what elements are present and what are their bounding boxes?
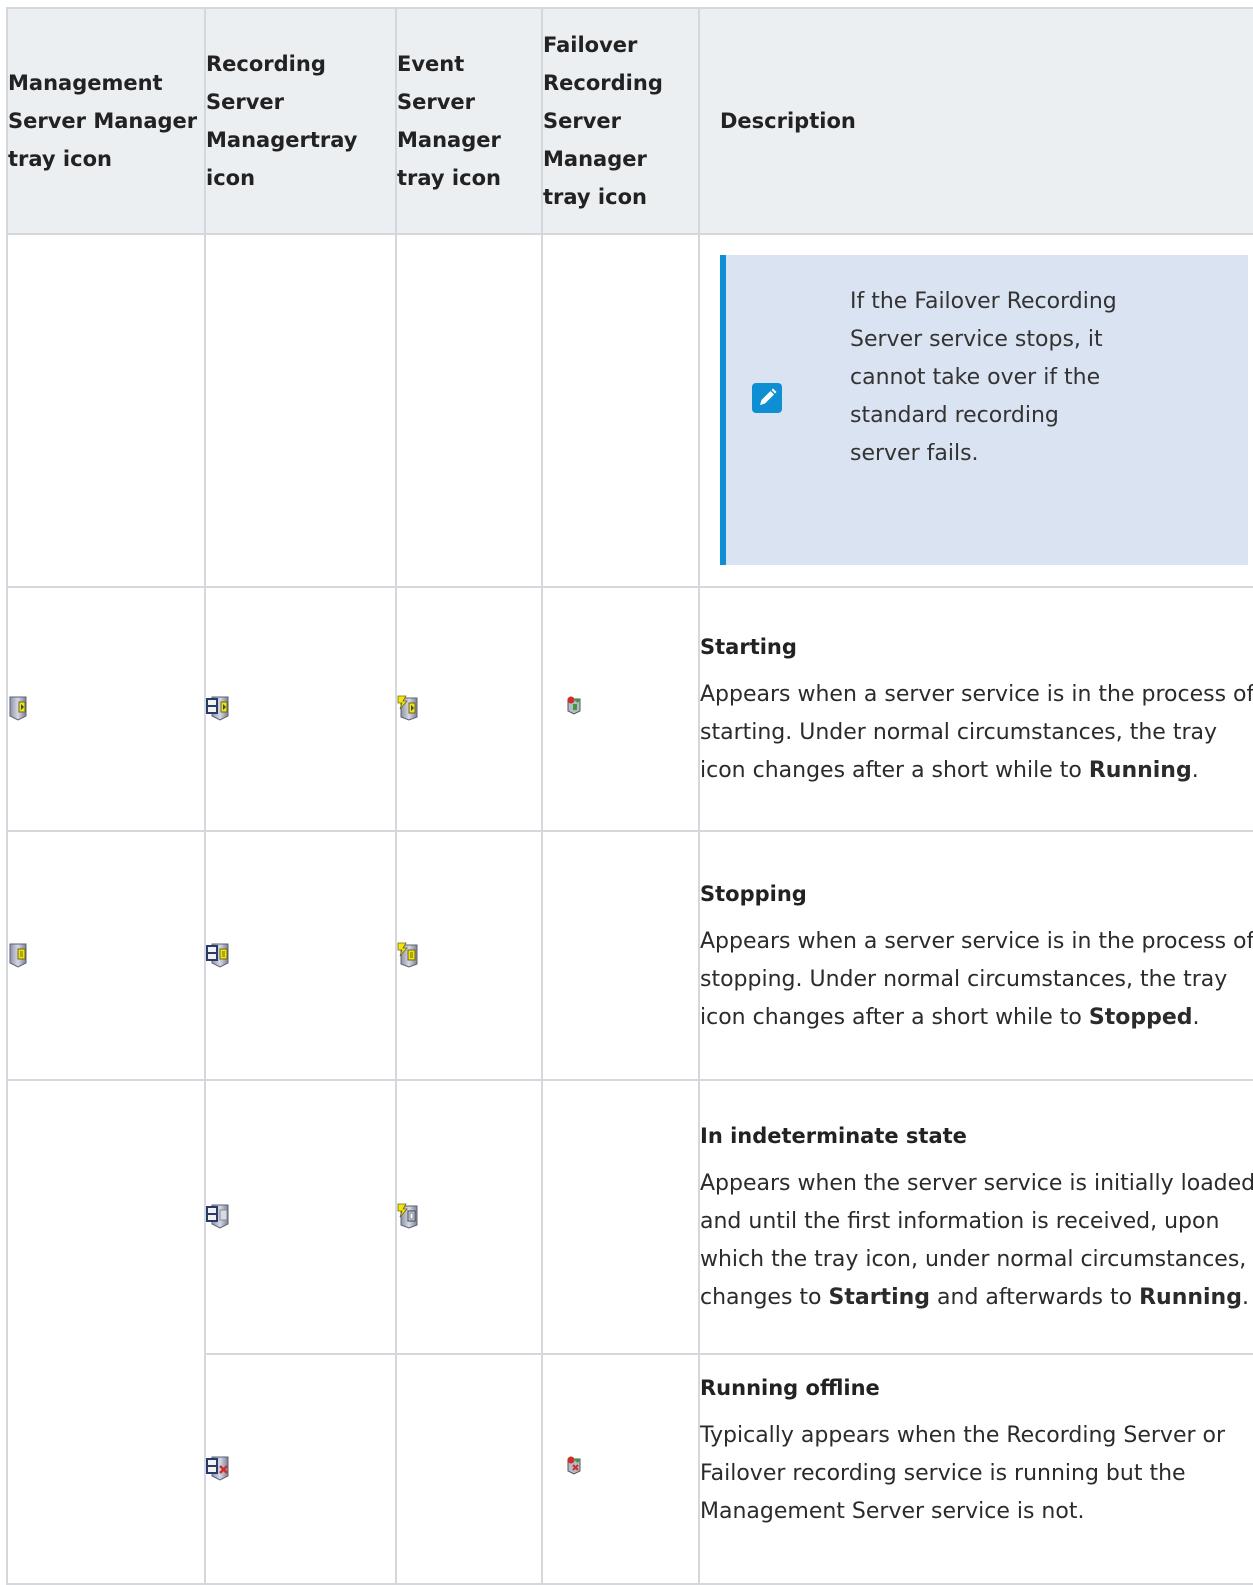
header-event: Event Server Manager tray icon: [395, 7, 543, 235]
management-icon-cell: [6, 586, 206, 832]
table-row: Starting Appears when a server service i…: [6, 586, 1253, 832]
recording-icon-cell: [204, 830, 397, 1081]
empty-cell: [395, 1353, 543, 1585]
description-cell: Starting Appears when a server service i…: [698, 586, 1253, 832]
status-description: Typically appears when the Recording Ser…: [700, 1423, 1226, 1524]
failover-icon-cell: [541, 1353, 700, 1585]
recording-icon-cell: [204, 1353, 397, 1585]
recording-icon-cell: [204, 586, 397, 832]
note-row: If the Failover Recording Server service…: [6, 233, 1253, 588]
failover-offline-icon: [565, 1455, 591, 1483]
description-cell: Stopping Appears when a server service i…: [698, 830, 1253, 1081]
status-title: Starting: [700, 635, 797, 659]
pencil-note-icon: [752, 383, 782, 413]
recording-starting-icon: [206, 695, 232, 723]
event-icon-cell: [395, 1079, 543, 1355]
header-description: Description: [698, 7, 1253, 235]
management-starting-icon: [8, 695, 34, 723]
description-cell: In indeterminate state Appears when the …: [698, 1079, 1253, 1355]
empty-cell: [6, 1079, 206, 1585]
header-management: Management Server Manager tray icon: [6, 7, 206, 235]
empty-cell: [6, 233, 206, 588]
note-text: If the Failover Recording Server service…: [850, 289, 1117, 466]
status-description: Appears when a server service is in the …: [700, 682, 1253, 783]
table-row: Stopping Appears when a server service i…: [6, 830, 1253, 1081]
status-title: Stopping: [700, 881, 807, 906]
recording-stopping-icon: [206, 942, 232, 970]
recording-indeterminate-icon: [206, 1203, 232, 1231]
recording-offline-icon: [206, 1455, 232, 1483]
management-icon-cell: [6, 830, 206, 1081]
failover-icon-cell: [541, 586, 700, 832]
status-title: In indeterminate state: [700, 1124, 967, 1148]
failover-starting-icon: [565, 695, 591, 723]
empty-cell: [541, 830, 700, 1081]
recording-icon-cell: [204, 1079, 397, 1355]
status-title: Running offline: [700, 1376, 880, 1400]
table-row: In indeterminate state Appears when the …: [6, 1079, 1253, 1585]
event-indeterminate-icon: [397, 1203, 423, 1231]
empty-cell: [204, 233, 397, 588]
header-failover: Failover Recording Server Manager tray i…: [541, 7, 700, 235]
status-description: Appears when a server service is in the …: [700, 928, 1253, 1030]
status-description: Appears when the server service is initi…: [700, 1171, 1253, 1310]
event-icon-cell: [395, 586, 543, 832]
note-box: If the Failover Recording Server service…: [720, 255, 1248, 565]
empty-cell: [395, 233, 543, 588]
description-cell: Running offline Typically appears when t…: [698, 1353, 1253, 1585]
empty-cell: [541, 1079, 700, 1355]
tray-icon-table: Management Server Manager tray icon Reco…: [6, 7, 1253, 1585]
empty-cell: [541, 233, 700, 588]
management-stopping-icon: [8, 942, 34, 970]
note-cell: If the Failover Recording Server service…: [698, 233, 1253, 588]
event-starting-icon: [397, 695, 423, 723]
header-row: Management Server Manager tray icon Reco…: [6, 7, 1253, 235]
header-recording: Recording Server Managertray icon: [204, 7, 397, 235]
event-stopping-icon: [397, 942, 423, 970]
event-icon-cell: [395, 830, 543, 1081]
